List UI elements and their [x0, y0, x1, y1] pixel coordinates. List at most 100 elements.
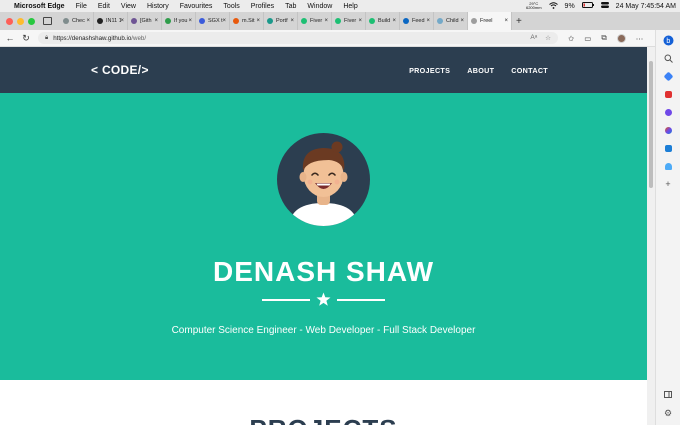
profile-avatar-illustration	[277, 133, 370, 226]
tab-label: m.Sit	[242, 18, 255, 24]
bing-chat-icon[interactable]: b	[662, 34, 674, 46]
tab-list: Chec × IN11 1 × [Gith × If you × SGX t × m.Sit × Por…	[60, 12, 512, 30]
address-bar[interactable]: 🔒︎ https://denashshaw.github.io/web/ Aᵃ …	[38, 32, 558, 44]
browser-tab[interactable]: Portf ×	[264, 12, 298, 30]
close-tab-icon[interactable]: ×	[256, 18, 260, 24]
menu-window[interactable]: Window	[307, 3, 332, 10]
browser-tab[interactable]: [Gith ×	[128, 12, 162, 30]
hide-sidebar-icon[interactable]	[662, 388, 674, 400]
tab-favicon-icon	[165, 18, 171, 24]
browser-tab[interactable]: Freel ×	[468, 12, 512, 30]
read-aloud-icon[interactable]: Aᵃ	[530, 34, 537, 42]
menu-profiles[interactable]: Profiles	[251, 3, 274, 10]
maximize-window-button[interactable]	[28, 17, 35, 25]
close-tab-icon[interactable]: ×	[290, 18, 294, 24]
tab-label: Fiver	[310, 18, 323, 24]
close-tab-icon[interactable]: ×	[154, 18, 158, 24]
menu-tools[interactable]: Tools	[223, 3, 239, 10]
hero-section: DENASH SHAW Computer Science Engineer - …	[0, 93, 647, 380]
nav-link-contact[interactable]: CONTACT	[511, 66, 548, 75]
browser-tab[interactable]: If you ×	[162, 12, 196, 30]
battery-icon[interactable]	[581, 2, 594, 10]
close-tab-icon[interactable]: ×	[222, 18, 226, 24]
projects-heading: PROJECTS	[0, 414, 647, 425]
url-path: /web/	[131, 34, 147, 42]
tab-favicon-icon	[437, 18, 443, 24]
address-bar-actions: Aᵃ ☆	[530, 34, 551, 42]
menu-favourites[interactable]: Favourites	[180, 3, 213, 10]
menu-app-name[interactable]: Microsoft Edge	[14, 3, 65, 10]
close-tab-icon[interactable]: ×	[120, 18, 124, 24]
close-tab-icon[interactable]: ×	[86, 18, 90, 24]
tab-label: Child	[446, 18, 459, 24]
nav-link-projects[interactable]: PROJECTS	[409, 66, 450, 75]
tab-favicon-icon	[97, 18, 103, 24]
page-scrollbar[interactable]	[647, 47, 655, 425]
wifi-icon[interactable]	[548, 1, 558, 11]
menu-history[interactable]: History	[147, 3, 169, 10]
sidebar-settings-gear-icon[interactable]: ⚙	[662, 407, 674, 419]
control-center-icon[interactable]	[600, 2, 609, 10]
tab-favicon-icon	[369, 18, 375, 24]
shopping-tag-icon[interactable]	[662, 70, 674, 82]
web-page: < CODE/> PROJECTS ABOUT CONTACT DENASH S…	[0, 47, 647, 425]
close-tab-icon[interactable]: ×	[358, 18, 362, 24]
add-favourite-icon[interactable]: ☆	[545, 34, 551, 42]
weather-widget[interactable]: 29°C 6200mm	[526, 2, 542, 10]
add-sidebar-app-icon[interactable]: +	[662, 178, 674, 190]
refresh-icon[interactable]: ↻	[20, 33, 32, 44]
tab-label: Freel	[480, 18, 493, 24]
macos-menubar: Microsoft Edge File Edit View History Fa…	[0, 0, 680, 12]
back-arrow-icon[interactable]: ←	[4, 33, 16, 43]
lock-icon[interactable]: 🔒︎	[45, 35, 48, 42]
browser-tab[interactable]: Fiver ×	[298, 12, 332, 30]
menu-tab[interactable]: Tab	[285, 3, 296, 10]
menu-edit[interactable]: Edit	[98, 3, 110, 10]
battery-percent[interactable]: 9%	[565, 3, 575, 10]
svg-text:b: b	[666, 38, 670, 45]
close-tab-icon[interactable]: ×	[504, 18, 508, 24]
collections-icon[interactable]: ⧉	[601, 33, 606, 43]
close-window-button[interactable]	[6, 17, 13, 25]
browser-tab[interactable]: Fiver ×	[332, 12, 366, 30]
people-icon[interactable]	[662, 106, 674, 118]
menu-file[interactable]: File	[76, 3, 87, 10]
menu-help[interactable]: Help	[343, 3, 357, 10]
minimize-window-button[interactable]	[17, 17, 24, 25]
menu-view[interactable]: View	[121, 3, 136, 10]
tools-icon[interactable]	[662, 88, 674, 100]
favourites-icon[interactable]: ✩	[568, 34, 574, 43]
profile-avatar[interactable]	[616, 33, 626, 43]
tab-label: SGX t	[208, 18, 223, 24]
office-icon[interactable]	[662, 124, 674, 136]
browser-tab[interactable]: Chec ×	[60, 12, 94, 30]
close-tab-icon[interactable]: ×	[324, 18, 328, 24]
close-tab-icon[interactable]: ×	[460, 18, 464, 24]
browser-tab[interactable]: Child ×	[434, 12, 468, 30]
outlook-icon[interactable]	[662, 142, 674, 154]
menubar-datetime[interactable]: 24 May 7:45:54 AM	[616, 3, 676, 10]
search-icon[interactable]	[662, 52, 674, 64]
close-tab-icon[interactable]: ×	[188, 18, 192, 24]
browser-tab[interactable]: Build ×	[366, 12, 400, 30]
split-screen-icon[interactable]: ▭	[584, 34, 591, 43]
hero-tagline: Computer Science Engineer - Web Develope…	[171, 325, 476, 336]
browser-tab[interactable]: SGX t ×	[196, 12, 230, 30]
drop-icon[interactable]	[662, 160, 674, 172]
site-brand-logo[interactable]: < CODE/>	[91, 63, 149, 77]
weather-place: 6200mm	[525, 5, 542, 10]
tab-actions-icon[interactable]	[43, 17, 52, 25]
tab-label: Fiver	[344, 18, 357, 24]
site-navbar: < CODE/> PROJECTS ABOUT CONTACT	[0, 47, 647, 93]
nav-link-about[interactable]: ABOUT	[467, 66, 494, 75]
close-tab-icon[interactable]: ×	[392, 18, 396, 24]
more-options-icon[interactable]: ⋯	[636, 34, 644, 43]
scrollbar-thumb[interactable]	[649, 61, 653, 188]
star-icon	[316, 292, 331, 306]
browser-tab[interactable]: m.Sit ×	[230, 12, 264, 30]
browser-tab[interactable]: Feed ×	[400, 12, 434, 30]
new-tab-button[interactable]: +	[516, 16, 522, 27]
tab-favicon-icon	[233, 18, 239, 24]
close-tab-icon[interactable]: ×	[426, 18, 430, 24]
browser-tab[interactable]: IN11 1 ×	[94, 12, 128, 30]
